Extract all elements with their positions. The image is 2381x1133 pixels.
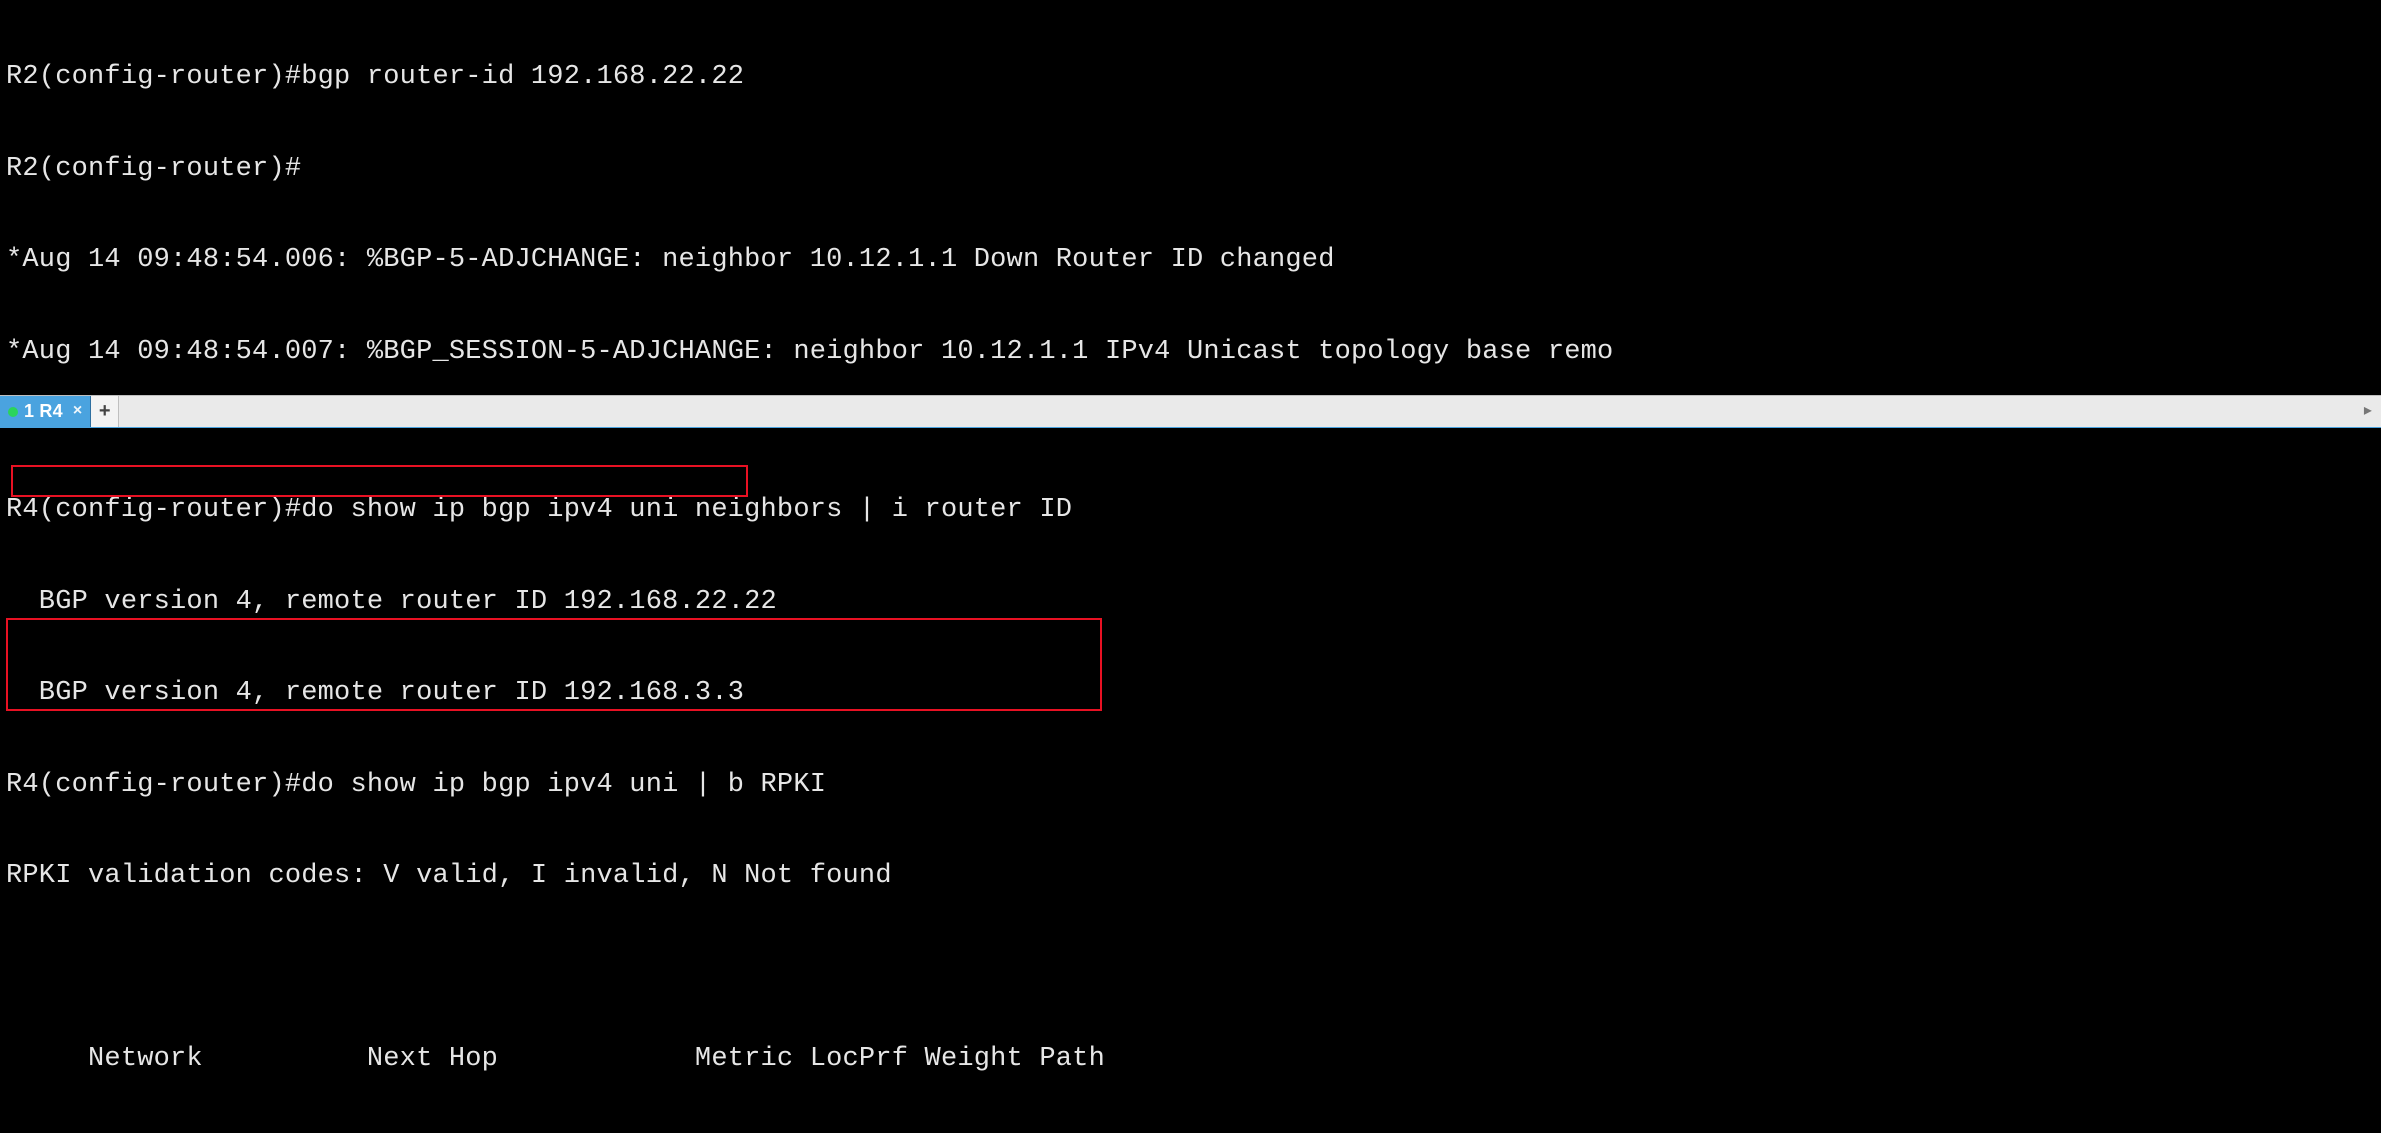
terminal-bottom-pane[interactable]: R4(config-router)#do show ip bgp ipv4 un… [0,428,2381,1133]
terminal-line [6,953,2381,984]
terminal-line: *Aug 14 09:48:54.006: %BGP-5-ADJCHANGE: … [6,245,2381,276]
status-dot-icon [8,407,18,417]
terminal-line: R2(config-router)#bgp router-id 192.168.… [6,62,2381,93]
terminal-line: Network Next Hop Metric LocPrf Weight Pa… [6,1044,2381,1075]
tab-strip: 1 R4 × + ▸ [0,395,2381,428]
terminal-line: *Aug 14 09:48:54.007: %BGP_SESSION-5-ADJ… [6,337,2381,368]
add-tab-button[interactable]: + [91,396,119,427]
tab-spacer [119,396,2355,427]
terminal-line: BGP version 4, remote router ID 192.168.… [6,587,2381,618]
tab-r4[interactable]: 1 R4 × [0,396,91,427]
highlight-box [11,465,748,497]
tab-overflow-button[interactable]: ▸ [2355,396,2381,427]
close-icon[interactable]: × [73,396,83,427]
terminal-line: BGP version 4, remote router ID 192.168.… [6,678,2381,709]
terminal-line: R4(config-router)#do show ip bgp ipv4 un… [6,495,2381,526]
terminal-line: R2(config-router)# [6,154,2381,185]
terminal-line: R4(config-router)#do show ip bgp ipv4 un… [6,770,2381,801]
terminal-line: RPKI validation codes: V valid, I invali… [6,861,2381,892]
terminal-top-pane[interactable]: R2(config-router)#bgp router-id 192.168.… [0,0,2381,395]
tab-label: 1 R4 [24,396,63,427]
